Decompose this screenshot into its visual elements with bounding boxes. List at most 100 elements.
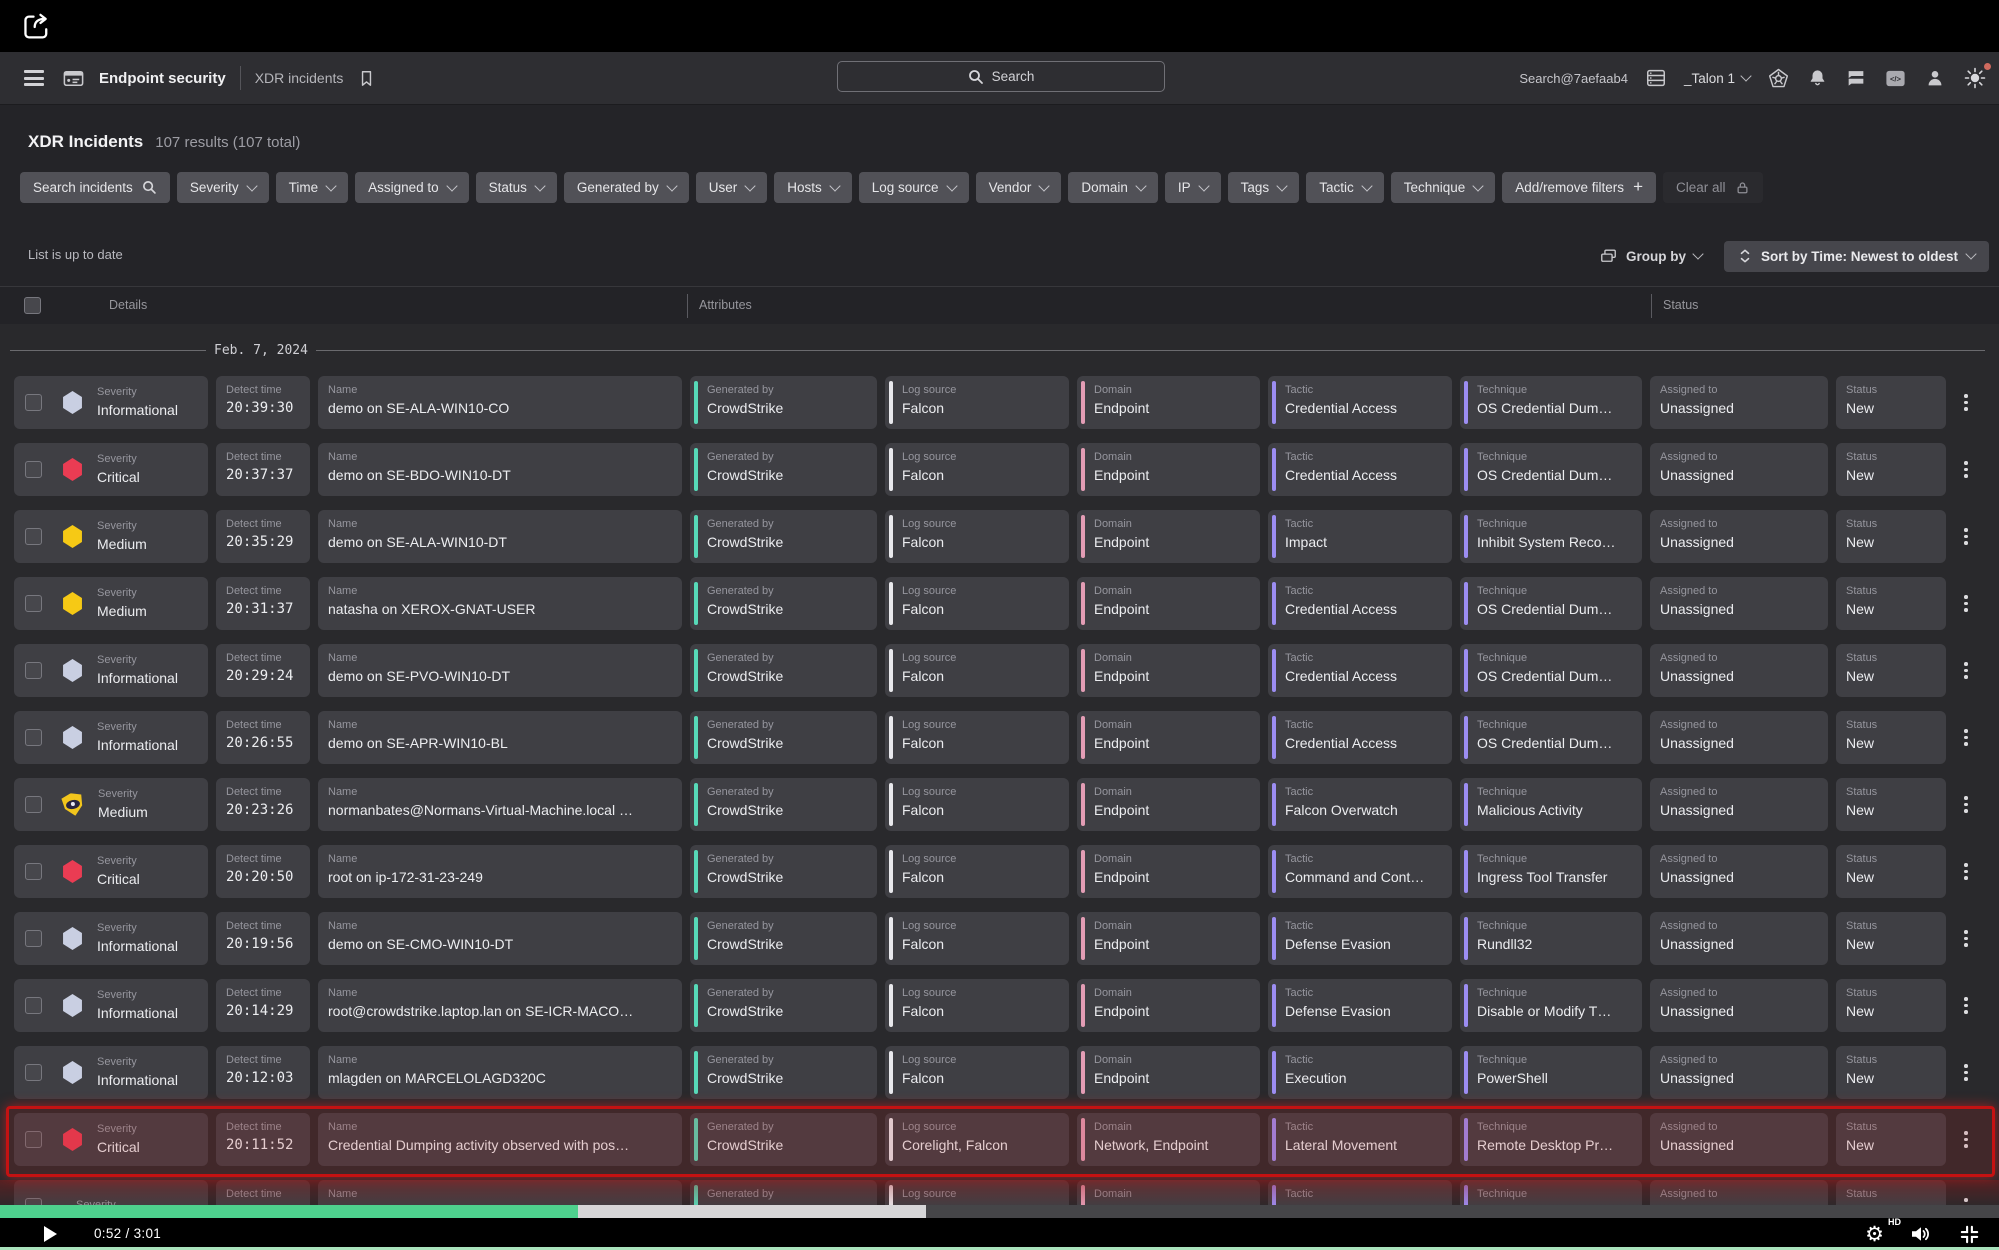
log-source-cell[interactable]: Log sourceFalcon bbox=[885, 778, 1069, 831]
detect-time-cell[interactable]: Detect time20:14:29 bbox=[216, 979, 310, 1032]
status-cell[interactable]: Status bbox=[1836, 1180, 1946, 1205]
share-icon[interactable] bbox=[22, 12, 52, 42]
filter-chip-time[interactable]: Time bbox=[276, 172, 349, 203]
technique-cell[interactable]: TechniqueRemote Desktop Pr… bbox=[1460, 1113, 1642, 1166]
severity-cell[interactable]: Severity bbox=[14, 1180, 208, 1205]
severity-cell[interactable]: SeverityCritical bbox=[14, 845, 208, 898]
status-cell[interactable]: StatusNew bbox=[1836, 711, 1946, 764]
select-all-checkbox[interactable] bbox=[24, 297, 41, 314]
technique-cell[interactable]: TechniqueIngress Tool Transfer bbox=[1460, 845, 1642, 898]
detect-time-cell[interactable]: Detect time20:37:37 bbox=[216, 443, 310, 496]
row-checkbox[interactable] bbox=[25, 595, 42, 612]
assigned-to-cell[interactable]: Assigned toUnassigned bbox=[1650, 912, 1828, 965]
row-checkbox[interactable] bbox=[25, 1064, 42, 1081]
domain-cell[interactable]: DomainEndpoint bbox=[1077, 443, 1260, 496]
severity-cell[interactable]: SeverityInformational bbox=[14, 1046, 208, 1099]
row-checkbox[interactable] bbox=[25, 1131, 42, 1148]
detect-time-cell[interactable]: Detect time20:35:29 bbox=[216, 510, 310, 563]
add-remove-filters-button[interactable]: Add/remove filters+ bbox=[1502, 172, 1656, 203]
endpoint-security-app-icon[interactable] bbox=[62, 67, 85, 90]
filter-chip-ip[interactable]: IP bbox=[1165, 172, 1221, 203]
tactic-cell[interactable]: Tactic bbox=[1268, 1180, 1452, 1205]
filter-chip-status[interactable]: Status bbox=[476, 172, 557, 203]
domain-cell[interactable]: DomainEndpoint bbox=[1077, 644, 1260, 697]
log-source-cell[interactable]: Log sourceFalcon bbox=[885, 577, 1069, 630]
row-checkbox[interactable] bbox=[25, 729, 42, 746]
detect-time-cell[interactable]: Detect time20:29:24 bbox=[216, 644, 310, 697]
tactic-cell[interactable]: TacticCredential Access bbox=[1268, 577, 1452, 630]
detect-time-cell[interactable]: Detect time20:12:03 bbox=[216, 1046, 310, 1099]
generated-by-cell[interactable]: Generated by bbox=[690, 1180, 877, 1205]
log-source-cell[interactable]: Log source bbox=[885, 1180, 1069, 1205]
filter-chip-severity[interactable]: Severity bbox=[177, 172, 269, 203]
log-source-cell[interactable]: Log sourceFalcon bbox=[885, 510, 1069, 563]
generated-by-cell[interactable]: Generated byCrowdStrike bbox=[690, 778, 877, 831]
filter-chip-search-incidents[interactable]: Search incidents bbox=[20, 172, 170, 203]
name-cell[interactable]: Namenatasha on XEROX-GNAT-USER bbox=[318, 577, 682, 630]
feedback-chat-icon[interactable] bbox=[1845, 67, 1867, 89]
generated-by-cell[interactable]: Generated byCrowdStrike bbox=[690, 711, 877, 764]
tactic-cell[interactable]: TacticCredential Access bbox=[1268, 376, 1452, 429]
domain-cell[interactable]: Domain bbox=[1077, 1180, 1260, 1205]
quality-settings-button[interactable]: ⚙ HD bbox=[1865, 1221, 1884, 1247]
technique-cell[interactable]: TechniqueOS Credential Dum… bbox=[1460, 443, 1642, 496]
log-source-cell[interactable]: Log sourceFalcon bbox=[885, 443, 1069, 496]
generated-by-cell[interactable]: Generated byCrowdStrike bbox=[690, 1046, 877, 1099]
status-cell[interactable]: StatusNew bbox=[1836, 845, 1946, 898]
bookmark-icon[interactable] bbox=[357, 68, 376, 89]
technique-cell[interactable]: TechniqueOS Credential Dum… bbox=[1460, 376, 1642, 429]
assigned-to-cell[interactable]: Assigned toUnassigned bbox=[1650, 778, 1828, 831]
domain-cell[interactable]: DomainEndpoint bbox=[1077, 711, 1260, 764]
tactic-cell[interactable]: TacticLateral Movement bbox=[1268, 1113, 1452, 1166]
tactic-cell[interactable]: TacticCommand and Cont… bbox=[1268, 845, 1452, 898]
detect-time-cell[interactable]: Detect time20:23:26 bbox=[216, 778, 310, 831]
assigned-to-cell[interactable]: Assigned toUnassigned bbox=[1650, 979, 1828, 1032]
row-checkbox[interactable] bbox=[25, 930, 42, 947]
domain-cell[interactable]: DomainEndpoint bbox=[1077, 376, 1260, 429]
marketplace-icon[interactable] bbox=[1767, 67, 1790, 90]
name-cell[interactable]: Namenormanbates@Normans-Virtual-Machine.… bbox=[318, 778, 682, 831]
technique-cell[interactable]: TechniqueOS Credential Dum… bbox=[1460, 644, 1642, 697]
status-cell[interactable]: StatusNew bbox=[1836, 1046, 1946, 1099]
name-cell[interactable]: Name bbox=[318, 1180, 682, 1205]
technique-cell[interactable]: TechniquePowerShell bbox=[1460, 1046, 1642, 1099]
filter-chip-technique[interactable]: Technique bbox=[1391, 172, 1496, 203]
assigned-to-cell[interactable]: Assigned toUnassigned bbox=[1650, 1046, 1828, 1099]
exit-fullscreen-button[interactable] bbox=[1958, 1223, 1981, 1246]
row-checkbox[interactable] bbox=[25, 662, 42, 679]
domain-cell[interactable]: DomainNetwork, Endpoint bbox=[1077, 1113, 1260, 1166]
severity-cell[interactable]: SeverityMedium bbox=[14, 778, 208, 831]
severity-cell[interactable]: SeverityMedium bbox=[14, 510, 208, 563]
theme-brightness-icon[interactable] bbox=[1963, 66, 1987, 90]
instances-icon[interactable] bbox=[1645, 67, 1667, 89]
assigned-to-cell[interactable]: Assigned toUnassigned bbox=[1650, 577, 1828, 630]
detect-time-cell[interactable]: Detect time20:19:56 bbox=[216, 912, 310, 965]
row-menu-button[interactable] bbox=[1960, 591, 1999, 616]
assigned-to-cell[interactable]: Assigned toUnassigned bbox=[1650, 376, 1828, 429]
row-menu-button[interactable] bbox=[1960, 1127, 1999, 1152]
assigned-to-cell[interactable]: Assigned toUnassigned bbox=[1650, 510, 1828, 563]
row-menu-button[interactable] bbox=[1960, 524, 1999, 549]
severity-cell[interactable]: SeverityCritical bbox=[14, 1113, 208, 1166]
breadcrumb[interactable]: XDR incidents bbox=[255, 70, 344, 86]
assigned-to-cell[interactable]: Assigned toUnassigned bbox=[1650, 644, 1828, 697]
name-cell[interactable]: Namedemo on SE-ALA-WIN10-DT bbox=[318, 510, 682, 563]
status-cell[interactable]: StatusNew bbox=[1836, 778, 1946, 831]
filter-chip-assigned-to[interactable]: Assigned to bbox=[355, 172, 469, 203]
assigned-to-cell[interactable]: Assigned toUnassigned bbox=[1650, 845, 1828, 898]
row-menu-button[interactable] bbox=[1960, 725, 1999, 750]
generated-by-cell[interactable]: Generated byCrowdStrike bbox=[690, 510, 877, 563]
severity-cell[interactable]: SeverityInformational bbox=[14, 711, 208, 764]
row-menu-button[interactable] bbox=[1960, 859, 1999, 884]
name-cell[interactable]: NameCredential Dumping activity observed… bbox=[318, 1113, 682, 1166]
filter-chip-tags[interactable]: Tags bbox=[1228, 172, 1300, 203]
row-menu-button[interactable] bbox=[1960, 1060, 1999, 1085]
status-cell[interactable]: StatusNew bbox=[1836, 443, 1946, 496]
severity-cell[interactable]: SeverityCritical bbox=[14, 443, 208, 496]
domain-cell[interactable]: DomainEndpoint bbox=[1077, 845, 1260, 898]
play-button[interactable] bbox=[44, 1226, 57, 1242]
log-source-cell[interactable]: Log sourceFalcon bbox=[885, 376, 1069, 429]
generated-by-cell[interactable]: Generated byCrowdStrike bbox=[690, 376, 877, 429]
row-checkbox[interactable] bbox=[25, 997, 42, 1014]
name-cell[interactable]: Namedemo on SE-ALA-WIN10-CO bbox=[318, 376, 682, 429]
